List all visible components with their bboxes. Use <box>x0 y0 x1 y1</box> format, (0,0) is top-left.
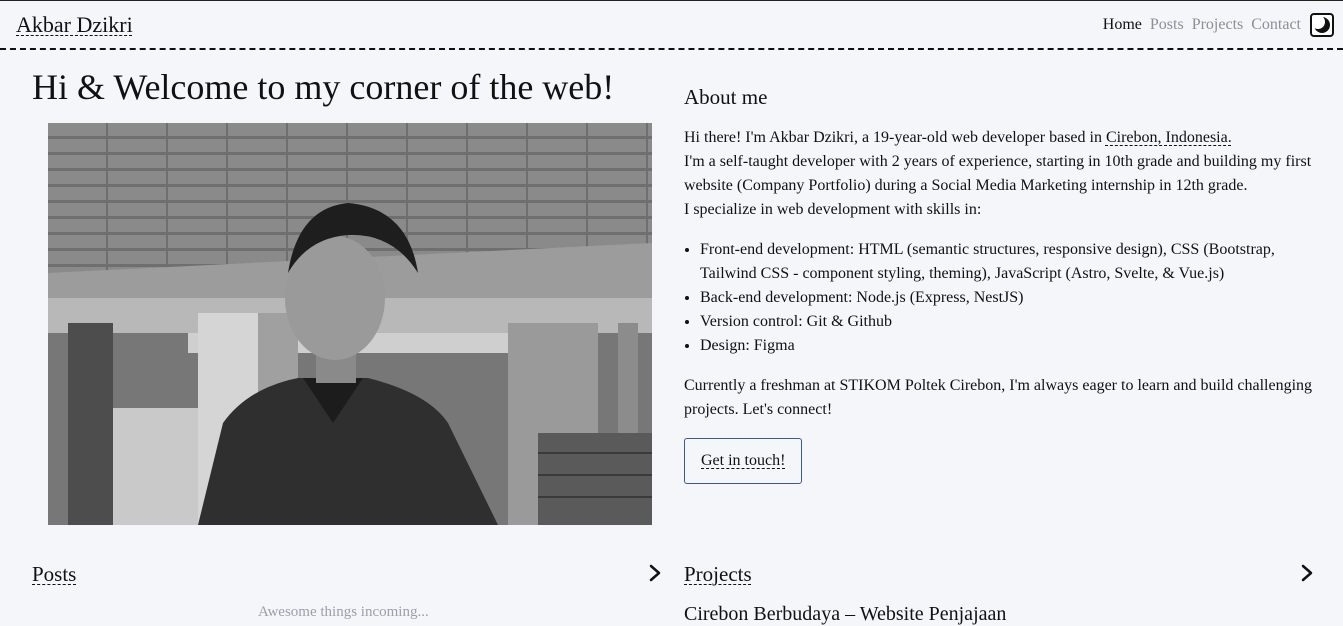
skills-list: Front-end development: HTML (semantic st… <box>684 238 1324 358</box>
nav-projects-link[interactable]: Projects <box>1192 16 1244 34</box>
about-intro-text: Hi there! I'm Akbar Dzikri, a 19-year-ol… <box>684 129 1106 146</box>
brand-link[interactable]: Akbar Dzikri <box>16 12 133 38</box>
posts-empty-state: Awesome things incoming... <box>258 604 429 620</box>
main-nav: Home Posts Projects Contact <box>1103 16 1301 34</box>
about-specialize: I specialize in web development with ski… <box>684 201 982 218</box>
skill-item: Front-end development: HTML (semantic st… <box>700 238 1324 286</box>
chevron-right-icon[interactable] <box>1300 564 1314 582</box>
about-heading: About me <box>684 85 768 109</box>
hero-title: Hi & Welcome to my corner of the web! <box>32 67 615 107</box>
nav-home-link[interactable]: Home <box>1103 16 1142 34</box>
nav-contact-link[interactable]: Contact <box>1251 16 1301 34</box>
moon-icon <box>1313 16 1330 33</box>
get-in-touch-label: Get in touch! <box>701 452 786 469</box>
site-header: Akbar Dzikri Home Posts Projects Contact <box>0 0 1343 50</box>
posts-section-header[interactable]: Posts <box>32 560 662 588</box>
about-intro: Hi there! I'm Akbar Dzikri, a 19-year-ol… <box>684 126 1324 222</box>
about-section: About me Hi there! I'm Akbar Dzikri, a 1… <box>684 84 1324 484</box>
nav-posts-link[interactable]: Posts <box>1150 16 1184 34</box>
skill-item: Version control: Git & Github <box>700 310 1324 334</box>
posts-heading-link[interactable]: Posts <box>32 562 76 587</box>
profile-photo <box>48 123 652 525</box>
projects-section-header[interactable]: Projects <box>684 560 1314 588</box>
location-link[interactable]: Cirebon, Indonesia. <box>1106 129 1232 146</box>
skill-item: Design: Figma <box>700 334 1324 358</box>
theme-toggle-button[interactable] <box>1310 13 1334 37</box>
get-in-touch-button[interactable]: Get in touch! <box>684 438 803 484</box>
about-outro: Currently a freshman at STIKOM Poltek Ci… <box>684 377 1313 418</box>
skill-item: Back-end development: Node.js (Express, … <box>700 286 1324 310</box>
chevron-right-icon[interactable] <box>648 564 662 582</box>
projects-heading-link[interactable]: Projects <box>684 562 752 587</box>
about-experience: I'm a self-taught developer with 2 years… <box>684 153 1312 194</box>
